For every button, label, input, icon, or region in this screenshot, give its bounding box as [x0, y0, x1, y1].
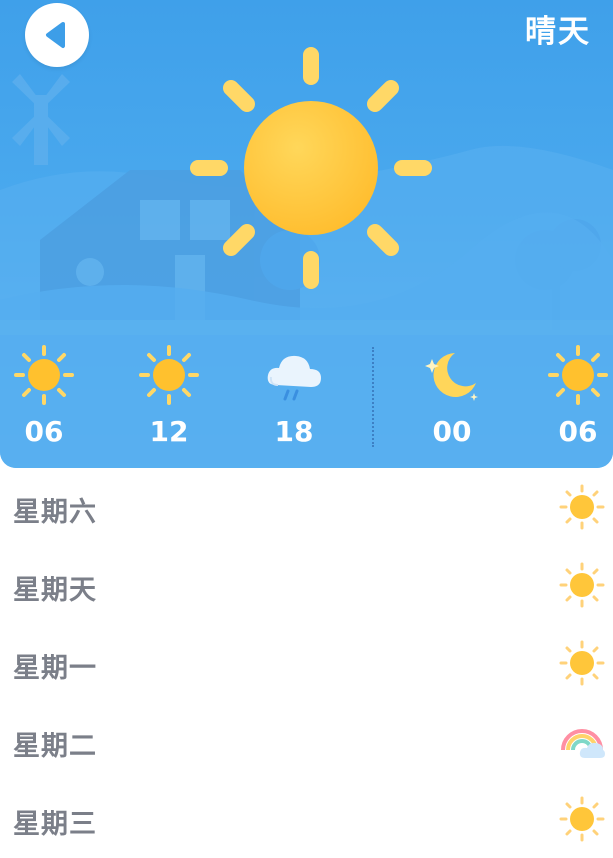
hourly-item: 00	[412, 335, 492, 455]
forecast-day: 星期一	[13, 653, 97, 684]
sun-icon	[139, 345, 199, 405]
forecast-day: 星期六	[13, 497, 97, 528]
forecast-day: 星期三	[13, 809, 97, 840]
hourly-item: 12	[129, 335, 209, 455]
chevron-left-icon	[46, 22, 65, 48]
sun-icon	[559, 640, 605, 686]
hourly-time: 06	[24, 415, 64, 448]
rain-cloud-icon	[267, 355, 321, 401]
rainbow-icon	[561, 729, 605, 758]
sun-icon	[559, 796, 605, 842]
weather-header: 晴天 06 12 18 00 06	[0, 0, 613, 468]
forecast-day: 星期天	[13, 575, 97, 606]
hourly-time: 06	[558, 415, 598, 448]
back-button[interactable]	[25, 3, 89, 67]
hourly-item: 06	[4, 335, 84, 455]
hourly-item: 06	[538, 335, 613, 455]
hourly-item: 18	[254, 335, 334, 455]
daily-forecast-list: 星期六 星期天 星期一 星期二 星期三	[0, 468, 613, 858]
sun-icon	[14, 345, 74, 405]
hourly-time: 12	[149, 415, 189, 448]
forecast-row[interactable]: 星期三	[0, 780, 613, 858]
hourly-time: 18	[274, 415, 314, 448]
sun-icon	[190, 47, 432, 289]
moon-icon	[425, 353, 478, 401]
forecast-row[interactable]: 星期一	[0, 624, 613, 702]
hourly-forecast: 06 12 18 00 06	[0, 335, 613, 455]
day-divider	[372, 347, 374, 447]
hourly-time: 00	[432, 415, 472, 448]
forecast-row[interactable]: 星期六	[0, 468, 613, 546]
weather-condition-title: 晴天	[525, 14, 591, 50]
sun-icon	[559, 484, 605, 530]
forecast-day: 星期二	[13, 731, 97, 762]
sun-icon	[548, 345, 608, 405]
sun-icon	[559, 562, 605, 608]
forecast-row[interactable]: 星期二	[0, 702, 613, 780]
forecast-row[interactable]: 星期天	[0, 546, 613, 624]
